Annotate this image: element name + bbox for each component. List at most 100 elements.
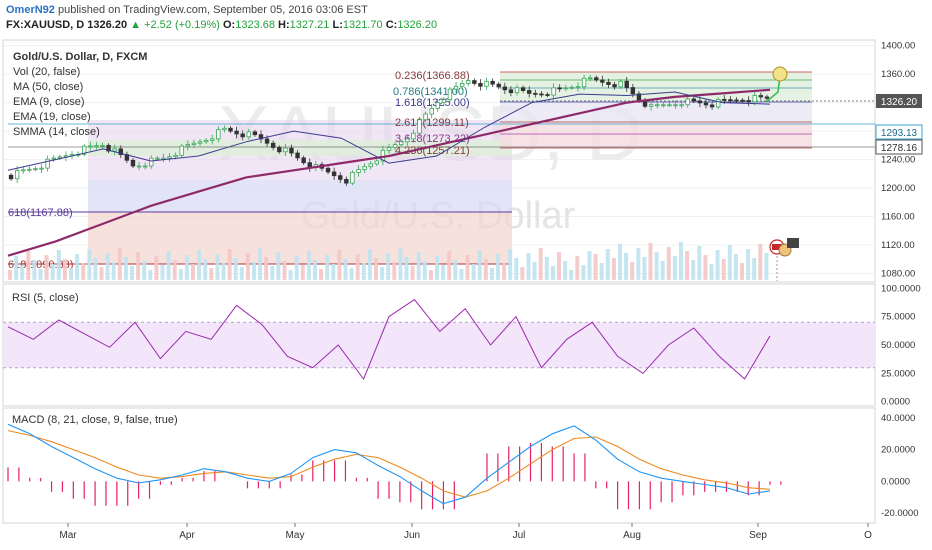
volume-bar	[8, 270, 12, 280]
volume-bar	[483, 259, 488, 280]
candle-body	[648, 104, 654, 107]
volume-bar	[313, 260, 317, 280]
volume-bar	[746, 249, 751, 280]
volume-bar	[630, 262, 635, 280]
candle-body	[441, 99, 447, 104]
fib-zone-mid	[88, 180, 512, 212]
rsi-tick: 100.0000	[881, 283, 921, 294]
candle-body	[27, 168, 32, 171]
candle-body	[161, 157, 166, 160]
volume-bar	[465, 255, 470, 280]
volume-bar	[593, 254, 598, 280]
volume-bar	[404, 257, 409, 280]
volume-bar	[380, 267, 385, 280]
volume-bar	[288, 270, 293, 280]
volume-bar	[130, 266, 134, 280]
candle-body	[429, 107, 434, 115]
candle-body	[228, 127, 233, 132]
candle-body	[709, 104, 715, 108]
macd-label[interactable]: MACD (8, 21, close, 9, false, true)	[12, 414, 178, 426]
candle-body	[594, 77, 599, 81]
chart-canvas[interactable]: XAUUSD, D Gold/U.S. Dollar 0.236(1366.88…	[0, 0, 932, 550]
candle-body	[575, 86, 581, 89]
event-count-badge[interactable]	[787, 238, 799, 248]
volume-bar	[105, 253, 110, 280]
macd-tick: -20.0000	[881, 508, 919, 519]
y-axes: 1080.001120.001160.001200.001240.001280.…	[881, 41, 921, 519]
candle-body	[8, 174, 14, 180]
legend-ema9[interactable]: EMA (9, close)	[13, 96, 85, 108]
volume-bar	[111, 262, 116, 280]
price-tick: 1360.00	[881, 69, 915, 80]
candle-body	[179, 145, 184, 156]
volume-bar	[721, 259, 726, 280]
volume-bar	[514, 258, 519, 280]
rsi-tick: 0.0000	[881, 397, 910, 408]
volume-bar	[703, 255, 708, 280]
volume-bar	[148, 270, 153, 280]
candle-body	[527, 90, 532, 94]
volume-bar	[550, 266, 555, 280]
x-tick-label: Aug	[623, 530, 641, 541]
candle-body	[45, 158, 50, 169]
candle-body	[136, 165, 142, 168]
legend-ema19[interactable]: EMA (19, close)	[13, 111, 91, 123]
x-tick-label: Jul	[513, 530, 526, 541]
volume-bar	[374, 258, 378, 280]
volume-bar	[294, 256, 299, 280]
volume-bar	[32, 260, 37, 280]
volume-bar	[93, 258, 98, 280]
candle-body	[374, 160, 380, 165]
rsi-label[interactable]: RSI (5, close)	[12, 292, 79, 304]
candle-body	[734, 99, 739, 102]
volume-bar	[14, 256, 19, 280]
volume-bar	[355, 254, 360, 280]
volume-bar	[502, 263, 507, 280]
candle-body	[484, 80, 489, 87]
volume-bar	[435, 256, 439, 280]
x-tick-label: Sep	[749, 530, 767, 541]
volume-bar	[209, 268, 214, 280]
candle-body	[39, 167, 44, 170]
volume-bar	[538, 248, 543, 280]
volume-bar	[123, 257, 128, 280]
candle-body	[557, 87, 562, 90]
volume-bar	[282, 261, 287, 280]
candle-body	[612, 84, 617, 88]
candle-body	[100, 144, 105, 147]
target-marker-icon[interactable]	[772, 66, 788, 82]
candle-body	[691, 98, 696, 102]
macd-tick: 20.0000	[881, 445, 915, 456]
candle-body	[167, 156, 172, 159]
volume-bar	[569, 270, 574, 280]
legend-smma[interactable]: SMMA (14, close)	[13, 126, 100, 138]
volume-bar	[459, 269, 464, 280]
candle-body	[466, 80, 471, 84]
volume-bar	[361, 263, 366, 280]
x-tick-label: Apr	[179, 530, 195, 541]
price-tag-1278-text: 1278.16	[881, 143, 918, 154]
legend-vol[interactable]: Vol (20, false)	[13, 66, 80, 78]
legend-ma[interactable]: MA (50, close)	[13, 81, 83, 93]
candle-body	[197, 141, 203, 144]
volume-bar	[453, 260, 458, 280]
candle-body	[33, 168, 38, 171]
macd-tick: 40.0000	[881, 413, 915, 424]
volume-bar	[227, 249, 232, 280]
candle-body	[697, 100, 703, 104]
volume-bar	[203, 259, 208, 280]
candle-body	[386, 147, 392, 151]
candle-body	[88, 145, 93, 148]
candle-body	[325, 167, 331, 173]
event-flag-icons[interactable]	[769, 238, 799, 281]
candle-body	[563, 87, 568, 90]
candle-body	[246, 131, 251, 138]
volume-bar	[349, 268, 354, 280]
chart-window: { "header": { "user": "OmerN92", "publis…	[0, 0, 932, 550]
volume-bar	[337, 250, 342, 280]
volume-bar	[191, 264, 195, 280]
candle-body	[685, 98, 690, 106]
candle-body	[277, 147, 282, 153]
macd-plot	[7, 423, 782, 510]
candle-body	[490, 80, 495, 85]
